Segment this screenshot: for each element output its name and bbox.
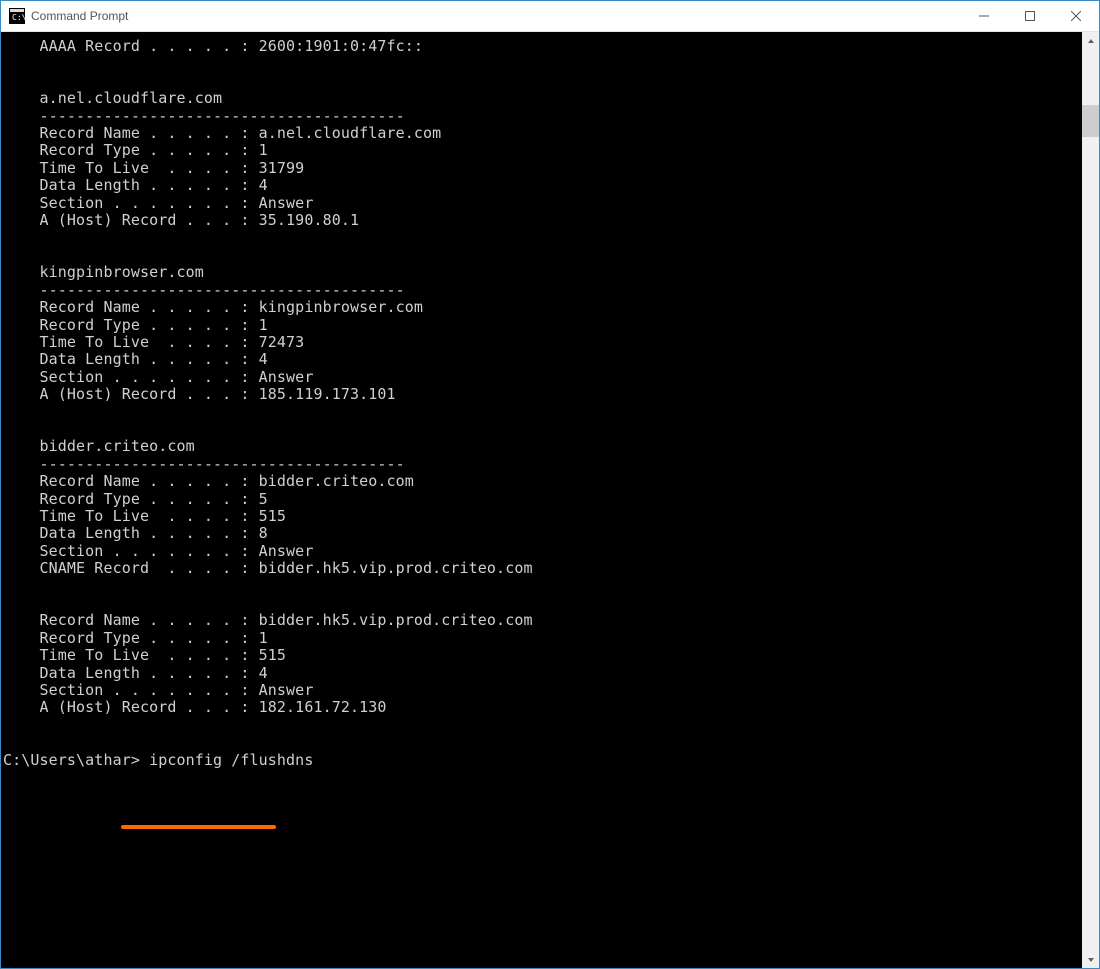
svg-text:C:\: C:\ — [12, 13, 25, 22]
command-prompt-window: C:\ Command Prompt AAAA Record . . . . .… — [0, 0, 1100, 969]
scroll-down-button[interactable] — [1082, 951, 1099, 968]
titlebar[interactable]: C:\ Command Prompt — [1, 1, 1099, 32]
close-button[interactable] — [1053, 1, 1099, 32]
scroll-up-button[interactable] — [1082, 32, 1099, 49]
minimize-button[interactable] — [961, 1, 1007, 32]
maximize-button[interactable] — [1007, 1, 1053, 32]
vertical-scrollbar[interactable] — [1082, 32, 1099, 968]
window-title: Command Prompt — [31, 1, 961, 32]
scrollbar-thumb[interactable] — [1082, 105, 1099, 137]
terminal-output[interactable]: AAAA Record . . . . . : 2600:1901:0:47fc… — [1, 32, 1082, 968]
scrollbar-track[interactable] — [1082, 49, 1099, 951]
annotation-underline — [121, 825, 276, 829]
cmd-icon: C:\ — [9, 8, 25, 24]
client-area: AAAA Record . . . . . : 2600:1901:0:47fc… — [1, 32, 1099, 968]
